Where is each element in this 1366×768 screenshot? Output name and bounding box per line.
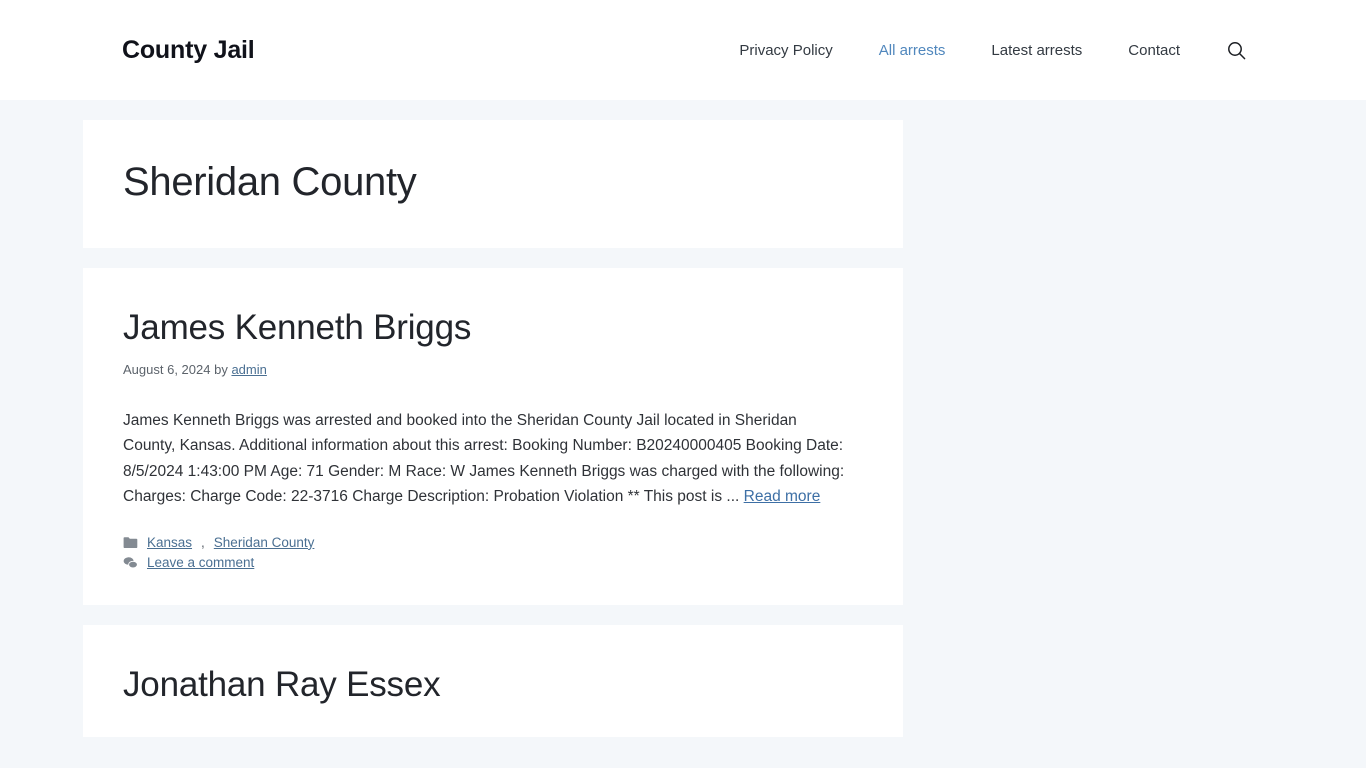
post-title[interactable]: James Kenneth Briggs xyxy=(123,306,863,350)
nav-item-all-arrests[interactable]: All arrests xyxy=(856,43,969,58)
nav-item-privacy-policy[interactable]: Privacy Policy xyxy=(716,43,855,58)
post-card: Jonathan Ray Essex xyxy=(83,624,903,737)
post-comments: Leave a comment xyxy=(123,555,863,570)
read-more-link[interactable]: Read more xyxy=(744,488,821,505)
leave-a-comment-link[interactable]: Leave a comment xyxy=(147,555,254,570)
nav-item-contact[interactable]: Contact xyxy=(1105,43,1203,58)
post-date: August 6, 2024 xyxy=(123,361,211,377)
site-title[interactable]: County Jail xyxy=(122,36,255,65)
main-content: Sheridan County James Kenneth Briggs Aug… xyxy=(0,120,1366,737)
entry-footer: Kansas, Sheridan County Leave a comment xyxy=(123,535,863,570)
post-categories: Kansas, Sheridan County xyxy=(123,535,863,550)
post-meta: August 6, 2024 by admin xyxy=(123,362,863,377)
post-card: James Kenneth Briggs August 6, 2024 by a… xyxy=(83,268,903,605)
page-title: Sheridan County xyxy=(123,160,417,204)
folder-icon xyxy=(123,535,138,550)
post-author-link[interactable]: admin xyxy=(231,362,266,377)
search-icon xyxy=(1227,41,1246,60)
category-link-sheridan-county[interactable]: Sheridan County xyxy=(214,535,315,550)
post-excerpt-text: James Kenneth Briggs was arrested and bo… xyxy=(123,411,845,506)
archive-title-card: Sheridan County xyxy=(83,120,903,248)
primary-navigation: Privacy Policy All arrests Latest arrest… xyxy=(716,41,1246,60)
site-header: County Jail Privacy Policy All arrests L… xyxy=(0,0,1366,100)
search-toggle-button[interactable] xyxy=(1203,41,1246,60)
post-title[interactable]: Jonathan Ray Essex xyxy=(123,663,863,707)
nav-item-latest-arrests[interactable]: Latest arrests xyxy=(968,43,1105,58)
comments-icon xyxy=(123,555,138,570)
post-excerpt: James Kenneth Briggs was arrested and bo… xyxy=(123,408,853,510)
post-by-label: by xyxy=(214,361,228,377)
category-link-kansas[interactable]: Kansas xyxy=(147,535,192,550)
category-separator: , xyxy=(201,534,205,550)
